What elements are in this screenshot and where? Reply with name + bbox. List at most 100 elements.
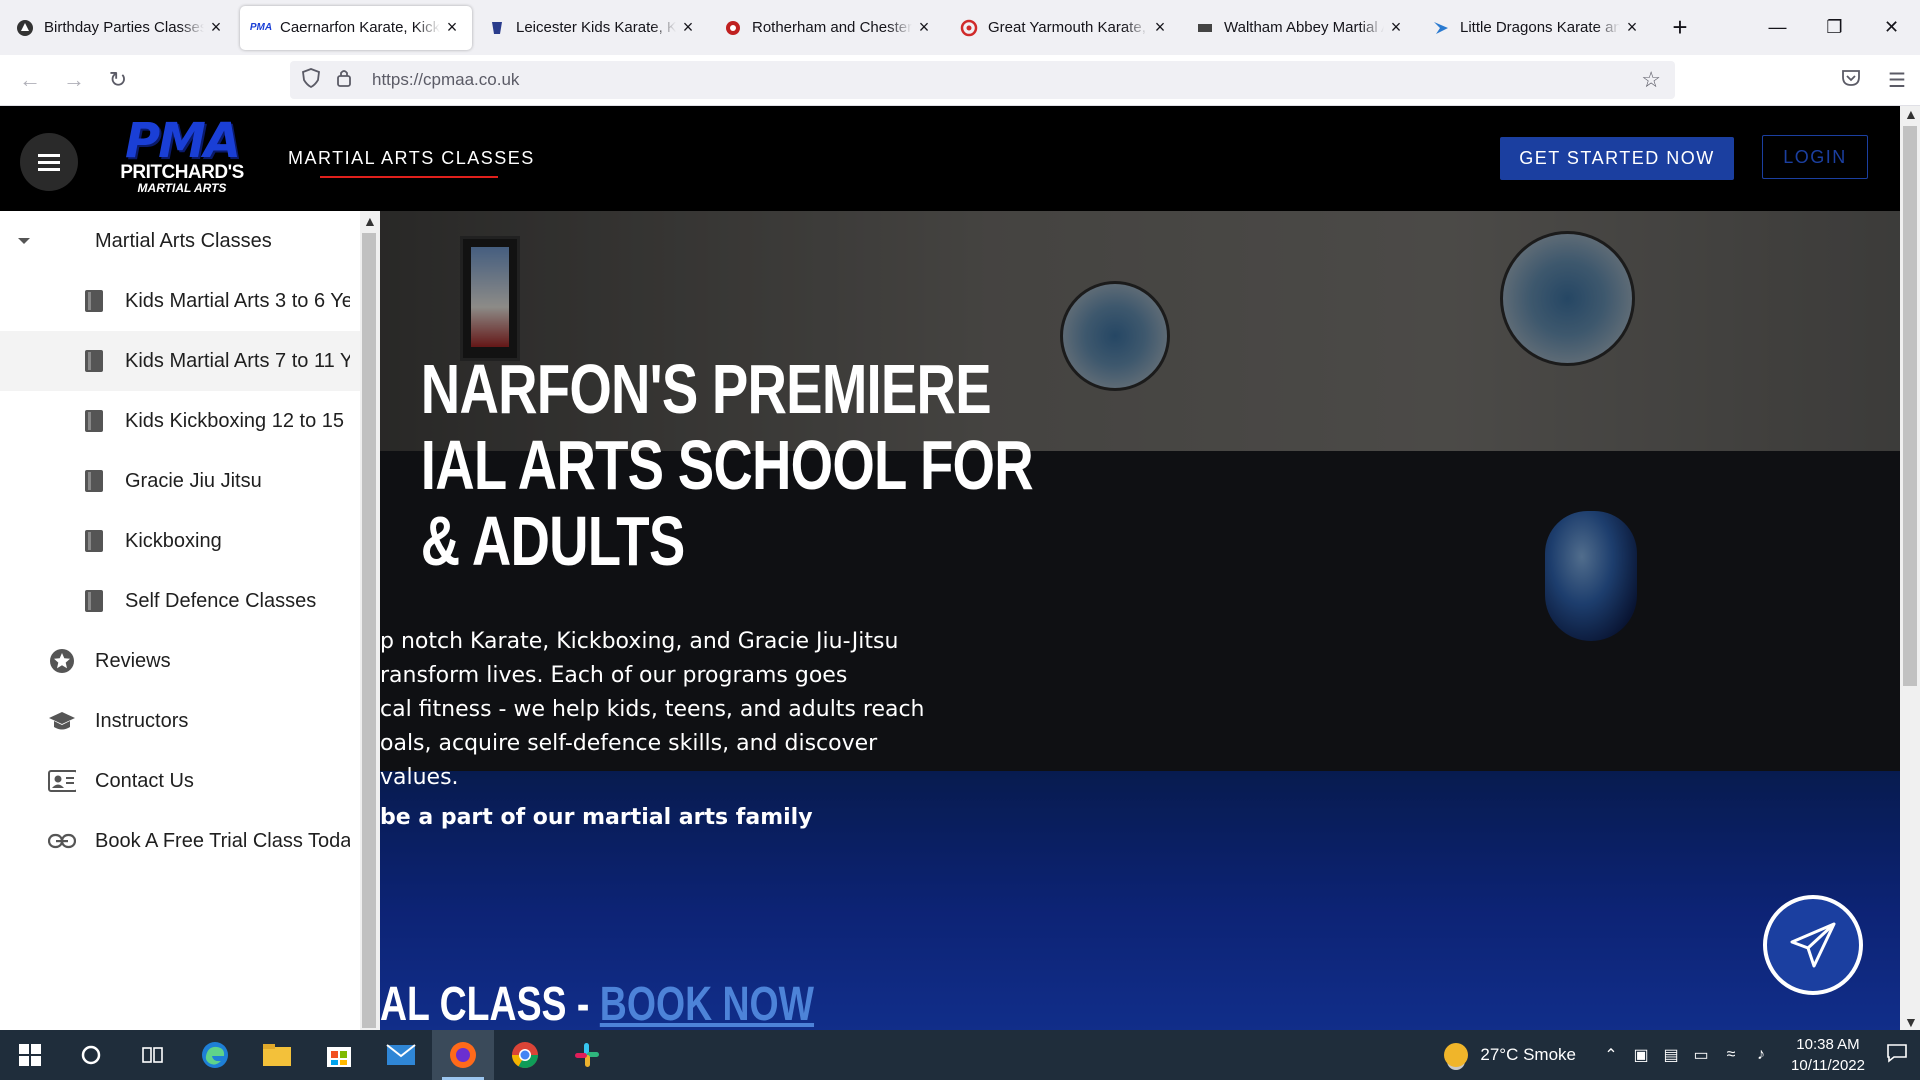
minimize-icon[interactable]: —: [1749, 0, 1806, 55]
paper-plane-icon: [1790, 922, 1836, 968]
scroll-down-icon[interactable]: ▼: [1904, 1014, 1918, 1030]
side-drawer: Martial Arts Classes Kids Martial Arts 3…: [0, 211, 360, 1030]
hero-cta: AL CLASS - BOOK NOW: [380, 977, 814, 1030]
drawer-item-kickboxing[interactable]: Kickboxing: [0, 511, 360, 571]
tab-close-icon[interactable]: ×: [1624, 17, 1640, 38]
drawer-toggle-button[interactable]: [20, 133, 78, 191]
taskbar-clock[interactable]: 10:38 AM 10/11/2022: [1782, 1034, 1874, 1076]
hero-text-line: p notch Karate, Kickboxing, and Gracie J…: [380, 629, 899, 654]
drawer-menu: Martial Arts Classes Kids Martial Arts 3…: [0, 211, 360, 871]
site-logo[interactable]: PMA PRITCHARD'S MARTIAL ARTS: [112, 117, 252, 198]
firefox-icon[interactable]: [432, 1030, 494, 1080]
notification-icon[interactable]: [1874, 1043, 1920, 1068]
drawer-item-reviews[interactable]: Reviews: [0, 631, 360, 691]
wifi-icon[interactable]: ≈: [1716, 1046, 1746, 1064]
drawer-scroll-thumb[interactable]: [362, 233, 376, 1028]
drawer-item-contact-us[interactable]: Contact Us: [0, 751, 360, 811]
window-controls: — ❐ ✕: [1749, 0, 1920, 55]
browser-tab[interactable]: Leicester Kids Karate, Kick ×: [476, 6, 708, 50]
close-window-icon[interactable]: ✕: [1863, 0, 1920, 55]
battery-icon[interactable]: ▭: [1686, 1045, 1716, 1065]
mail-icon[interactable]: [370, 1030, 432, 1080]
tray-chevron-up-icon[interactable]: ⌃: [1596, 1045, 1626, 1065]
browser-tab[interactable]: Birthday Parties Classes & ×: [4, 6, 236, 50]
logo-subtitle: MARTIAL ARTS: [137, 181, 227, 195]
site-header: PMA PRITCHARD'S MARTIAL ARTS MARTIAL ART…: [0, 106, 1900, 211]
drawer-item-kids-7-11[interactable]: Kids Martial Arts 7 to 11 Years: [0, 331, 360, 391]
drawer-item-label: Reviews: [95, 649, 171, 672]
drawer-item-gracie-jiu-jitsu[interactable]: Gracie Jiu Jitsu: [0, 451, 360, 511]
drawer-item-kids-kickboxing[interactable]: Kids Kickboxing 12 to 15: [0, 391, 360, 451]
weather-widget[interactable]: 27°C Smoke: [1444, 1043, 1576, 1067]
volume-icon[interactable]: ♪: [1746, 1046, 1776, 1064]
drawer-item-label: Gracie Jiu Jitsu: [125, 469, 262, 492]
scroll-up-icon[interactable]: ▲: [1904, 106, 1918, 122]
search-circle-icon[interactable]: [60, 1030, 122, 1080]
tab-close-icon[interactable]: ×: [444, 17, 460, 38]
reload-icon[interactable]: ↻: [96, 60, 140, 100]
link-icon: [48, 827, 76, 855]
meet-now-icon[interactable]: ▣: [1626, 1045, 1656, 1065]
tab-close-icon[interactable]: ×: [1388, 17, 1404, 38]
hero-cta-text: AL CLASS -: [380, 978, 600, 1030]
task-view-icon[interactable]: [122, 1030, 184, 1080]
system-tray: 27°C Smoke ⌃ ▣ ▤ ▭ ≈ ♪ 10:38 AM 10/11/20…: [1444, 1030, 1920, 1080]
windows-taskbar: 27°C Smoke ⌃ ▣ ▤ ▭ ≈ ♪ 10:38 AM 10/11/20…: [0, 1030, 1920, 1080]
login-button[interactable]: LOGIN: [1762, 135, 1868, 179]
store-icon[interactable]: [308, 1030, 370, 1080]
tab-close-icon[interactable]: ×: [1152, 17, 1168, 38]
nav-martial-arts-classes[interactable]: MARTIAL ARTS CLASSES: [288, 148, 535, 169]
drawer-scrollbar[interactable]: ▲: [360, 211, 380, 1030]
new-tab-plus-icon[interactable]: +: [1660, 8, 1700, 48]
drawer-item-label: Kids Martial Arts 7 to 11 Years: [125, 349, 350, 372]
browser-tab[interactable]: Waltham Abbey Martial A ×: [1184, 6, 1416, 50]
drawer-item-label: Self Defence Classes: [125, 589, 317, 612]
tab-close-icon[interactable]: ×: [208, 17, 224, 38]
slack-icon[interactable]: [556, 1030, 618, 1080]
browser-tab[interactable]: Great Yarmouth Karate, K ×: [948, 6, 1180, 50]
book-icon: [80, 287, 108, 315]
drawer-item-kids-3-6[interactable]: Kids Martial Arts 3 to 6 Years: [0, 271, 360, 331]
hamburger-menu-icon[interactable]: ☰: [1874, 68, 1920, 93]
caret-down-icon[interactable]: [16, 236, 32, 246]
book-now-link[interactable]: BOOK NOW: [600, 978, 814, 1030]
drawer-item-label: Book A Free Trial Class Today: [95, 829, 350, 852]
lock-icon[interactable]: [336, 68, 358, 93]
windows-start-icon[interactable]: [0, 1030, 60, 1080]
browser-tab[interactable]: Rotherham and Chesterfi ×: [712, 6, 944, 50]
drawer-item-book-free-trial[interactable]: Book A Free Trial Class Today: [0, 811, 360, 871]
drawer-item-martial-arts-classes[interactable]: Martial Arts Classes: [0, 211, 360, 271]
chat-send-button[interactable]: [1763, 895, 1863, 995]
hero-text-line: values.: [380, 765, 459, 790]
page-scrollbar[interactable]: ▲ ▼: [1900, 106, 1920, 1030]
browser-tab-active[interactable]: PMA Caernarfon Karate, Kickbo ×: [240, 5, 472, 50]
browser-tab-bar: Birthday Parties Classes & × PMA Caernar…: [0, 0, 1920, 55]
browser-tab[interactable]: Little Dragons Karate and ×: [1420, 6, 1652, 50]
tab-close-icon[interactable]: ×: [916, 17, 932, 38]
bookmark-star-icon[interactable]: ☆: [1641, 67, 1661, 93]
tab-close-icon[interactable]: ×: [680, 17, 696, 38]
drawer-item-label: Instructors: [95, 709, 189, 732]
contact-card-icon: [48, 767, 76, 795]
drawer-item-self-defence[interactable]: Self Defence Classes: [0, 571, 360, 631]
graduation-cap-icon: [48, 707, 76, 735]
hero-text-line: oals, acquire self-defence skills, and d…: [380, 731, 878, 756]
url-bar[interactable]: https://cpmaa.co.uk ☆: [290, 61, 1675, 99]
clock-date: 10/11/2022: [1791, 1057, 1865, 1074]
url-text[interactable]: https://cpmaa.co.uk: [372, 70, 519, 90]
get-started-button[interactable]: GET STARTED NOW: [1500, 137, 1734, 180]
page-scroll-thumb[interactable]: [1903, 126, 1917, 686]
back-arrow-icon[interactable]: ←: [8, 60, 52, 100]
chrome-icon[interactable]: [494, 1030, 556, 1080]
restore-icon[interactable]: ❐: [1806, 0, 1863, 55]
edge-icon[interactable]: [184, 1030, 246, 1080]
scroll-up-icon[interactable]: ▲: [363, 213, 377, 229]
tab-title: Waltham Abbey Martial A: [1224, 19, 1384, 36]
forward-arrow-icon[interactable]: →: [52, 60, 96, 100]
tab-title: Little Dragons Karate and: [1460, 19, 1620, 36]
drawer-item-instructors[interactable]: Instructors: [0, 691, 360, 751]
pocket-icon[interactable]: [1828, 69, 1874, 93]
file-explorer-icon[interactable]: [246, 1030, 308, 1080]
display-icon[interactable]: ▤: [1656, 1045, 1686, 1065]
shield-icon[interactable]: [302, 67, 324, 93]
